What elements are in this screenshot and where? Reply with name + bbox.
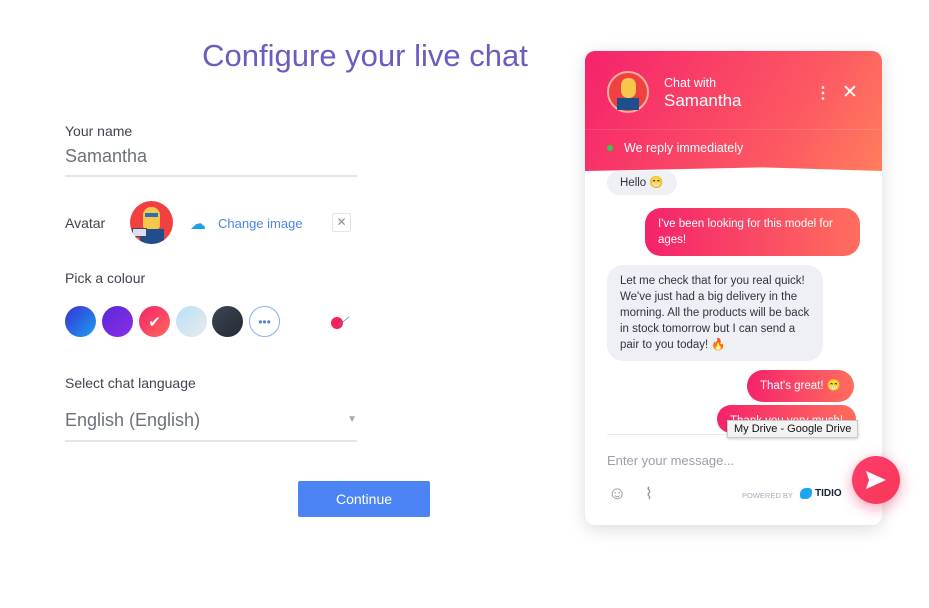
agent-avatar [607,71,649,113]
send-button[interactable] [852,456,900,504]
powered-by-label: POWERED BY [742,491,793,500]
agent-name: Samantha [664,91,742,110]
colour-swatch-red[interactable]: ✔ [139,306,170,337]
tidio-logo-icon [800,488,812,499]
language-select[interactable]: English (English) ▼ [65,410,357,442]
language-value: English (English) [65,410,201,430]
colour-swatch-blue[interactable] [65,306,96,337]
colour-label: Pick a colour [65,270,146,286]
colour-swatch-light-blue[interactable] [176,306,207,337]
more-options-icon[interactable]: ⋮ [815,83,831,103]
page-title: Configure your live chat [202,38,528,73]
check-icon: ✔ [148,313,161,331]
colour-swatch-purple[interactable] [102,306,133,337]
tooltip: My Drive - Google Drive [727,420,859,438]
chat-with-label: Chat with [664,76,717,90]
close-icon[interactable]: ✕ [842,81,858,104]
avatar-label: Avatar [65,215,106,231]
colour-swatch-dark[interactable] [212,306,243,337]
online-dot-icon [607,145,613,151]
paintbrush-icon[interactable]: ⟋ [338,312,350,330]
language-label: Select chat language [65,375,196,391]
chat-widget: Chat with Samantha ⋮ ✕ We reply immediat… [585,51,882,525]
name-input[interactable]: Samantha [65,146,357,177]
more-colours-button[interactable]: ••• [249,306,280,337]
paperclip-icon[interactable]: ⌇ [645,484,653,504]
emoji-icon[interactable]: ☺ [608,483,626,504]
remove-avatar-button[interactable]: ✕ [332,213,351,232]
send-icon [866,471,886,489]
message-agent: Hello 😁 [607,171,677,195]
change-image-link[interactable]: Change image [218,216,303,231]
message-input[interactable]: Enter your message... [607,453,734,468]
cloud-upload-icon[interactable]: ☁ [190,214,206,234]
chevron-down-icon: ▼ [347,414,357,425]
name-label: Your name [65,123,133,139]
avatar [130,201,173,244]
continue-button[interactable]: Continue [298,481,430,517]
message-user: That's great! 😁 [747,370,855,402]
name-value: Samantha [65,146,148,166]
message-user: I've been looking for this model for age… [645,208,860,256]
message-agent: Let me check that for you real quick! We… [607,265,823,361]
tidio-brand[interactable]: TIDIO [815,488,842,499]
status-text: We reply immediately [624,141,744,155]
